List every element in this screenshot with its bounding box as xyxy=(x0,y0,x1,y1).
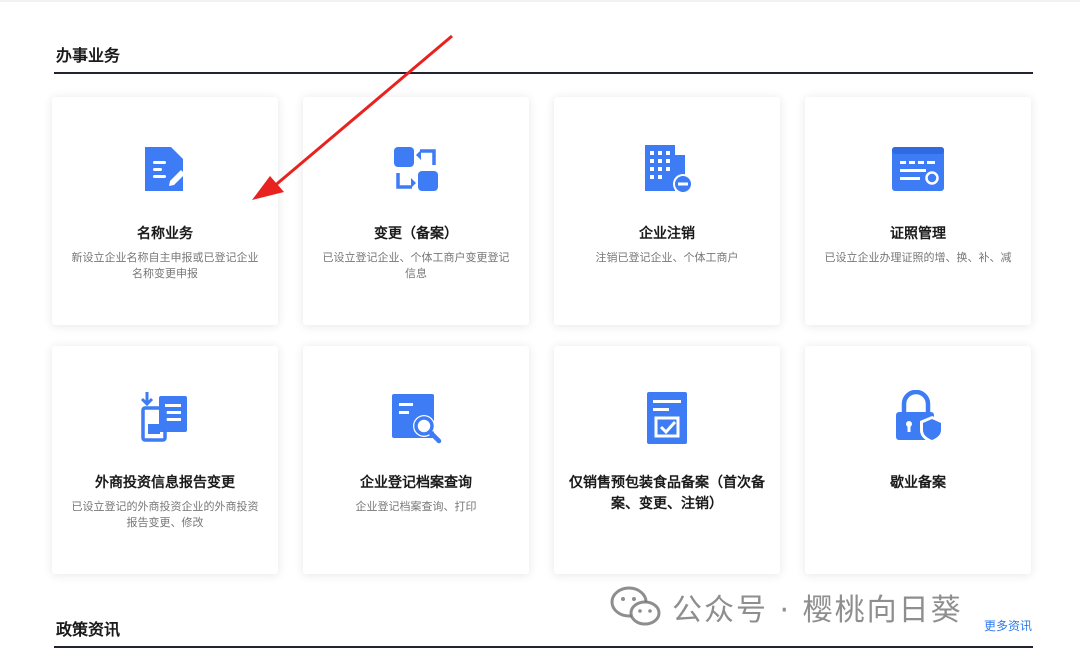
top-border xyxy=(0,0,1080,2)
card-license-management[interactable]: 证照管理 已设立企业办理证照的增、换、补、减 xyxy=(805,97,1031,325)
card-description: 已设立登记企业、个体工商户变更登记信息 xyxy=(322,251,510,280)
card-title: 仅销售预包装食品备案（首次备案、变更、注销） xyxy=(569,475,765,512)
swap-icon xyxy=(388,141,444,197)
card-deregistration[interactable]: 企业注销 注销已登记企业、个体工商户 xyxy=(554,97,780,325)
card-description: 已设立登记的外商投资企业的外商投资报告变更、修改 xyxy=(71,500,259,529)
policy-section-title: 政策资讯 xyxy=(56,620,121,639)
license-icon xyxy=(890,141,946,197)
card-title: 证照管理 xyxy=(890,226,946,242)
building-minus-icon xyxy=(639,141,695,197)
services-section-title: 办事业务 xyxy=(56,46,121,65)
services-divider xyxy=(54,72,1033,74)
more-news-link[interactable]: 更多资讯 xyxy=(984,617,1032,634)
wechat-icon xyxy=(610,586,661,626)
card-change-filing[interactable]: 变更（备案） 已设立登记企业、个体工商户变更登记信息 xyxy=(303,97,529,325)
card-title: 企业登记档案查询 xyxy=(360,475,472,491)
card-title: 企业注销 xyxy=(639,226,695,242)
card-description: 企业登记档案查询、打印 xyxy=(355,500,477,513)
card-title: 名称业务 xyxy=(137,226,193,242)
card-description: 已设立企业办理证照的增、换、补、减 xyxy=(824,251,1012,264)
document-search-icon xyxy=(388,390,444,446)
document-edit-icon xyxy=(137,141,193,197)
card-name-business[interactable]: 名称业务 新设立企业名称自主申报或已登记企业名称变更申报 xyxy=(52,97,278,325)
card-title: 外商投资信息报告变更 xyxy=(95,475,235,491)
card-description: 注销已登记企业、个体工商户 xyxy=(595,251,739,264)
watermark-text: 公众号 · 樱桃向日葵 xyxy=(672,593,963,628)
card-title: 变更（备案） xyxy=(374,226,458,242)
card-description: 新设立企业名称自主申报或已登记企业名称变更申报 xyxy=(71,251,259,280)
policy-divider xyxy=(54,646,1033,648)
card-archive-query[interactable]: 企业登记档案查询 企业登记档案查询、打印 xyxy=(303,346,529,574)
document-check-icon xyxy=(639,390,695,446)
card-title: 歇业备案 xyxy=(890,475,946,491)
card-foreign-investment-report[interactable]: 外商投资信息报告变更 已设立登记的外商投资企业的外商投资报告变更、修改 xyxy=(52,346,278,574)
card-food-filing[interactable]: 仅销售预包装食品备案（首次备案、变更、注销） xyxy=(554,346,780,574)
card-suspension-filing[interactable]: 歇业备案 xyxy=(805,346,1031,574)
report-transfer-icon xyxy=(137,390,193,446)
watermark: 公众号 · 樱桃向日葵 xyxy=(610,585,963,629)
lock-shield-icon xyxy=(890,390,946,446)
service-card-grid: 名称业务 新设立企业名称自主申报或已登记企业名称变更申报 变更（备案） 已设立登… xyxy=(52,97,1034,575)
